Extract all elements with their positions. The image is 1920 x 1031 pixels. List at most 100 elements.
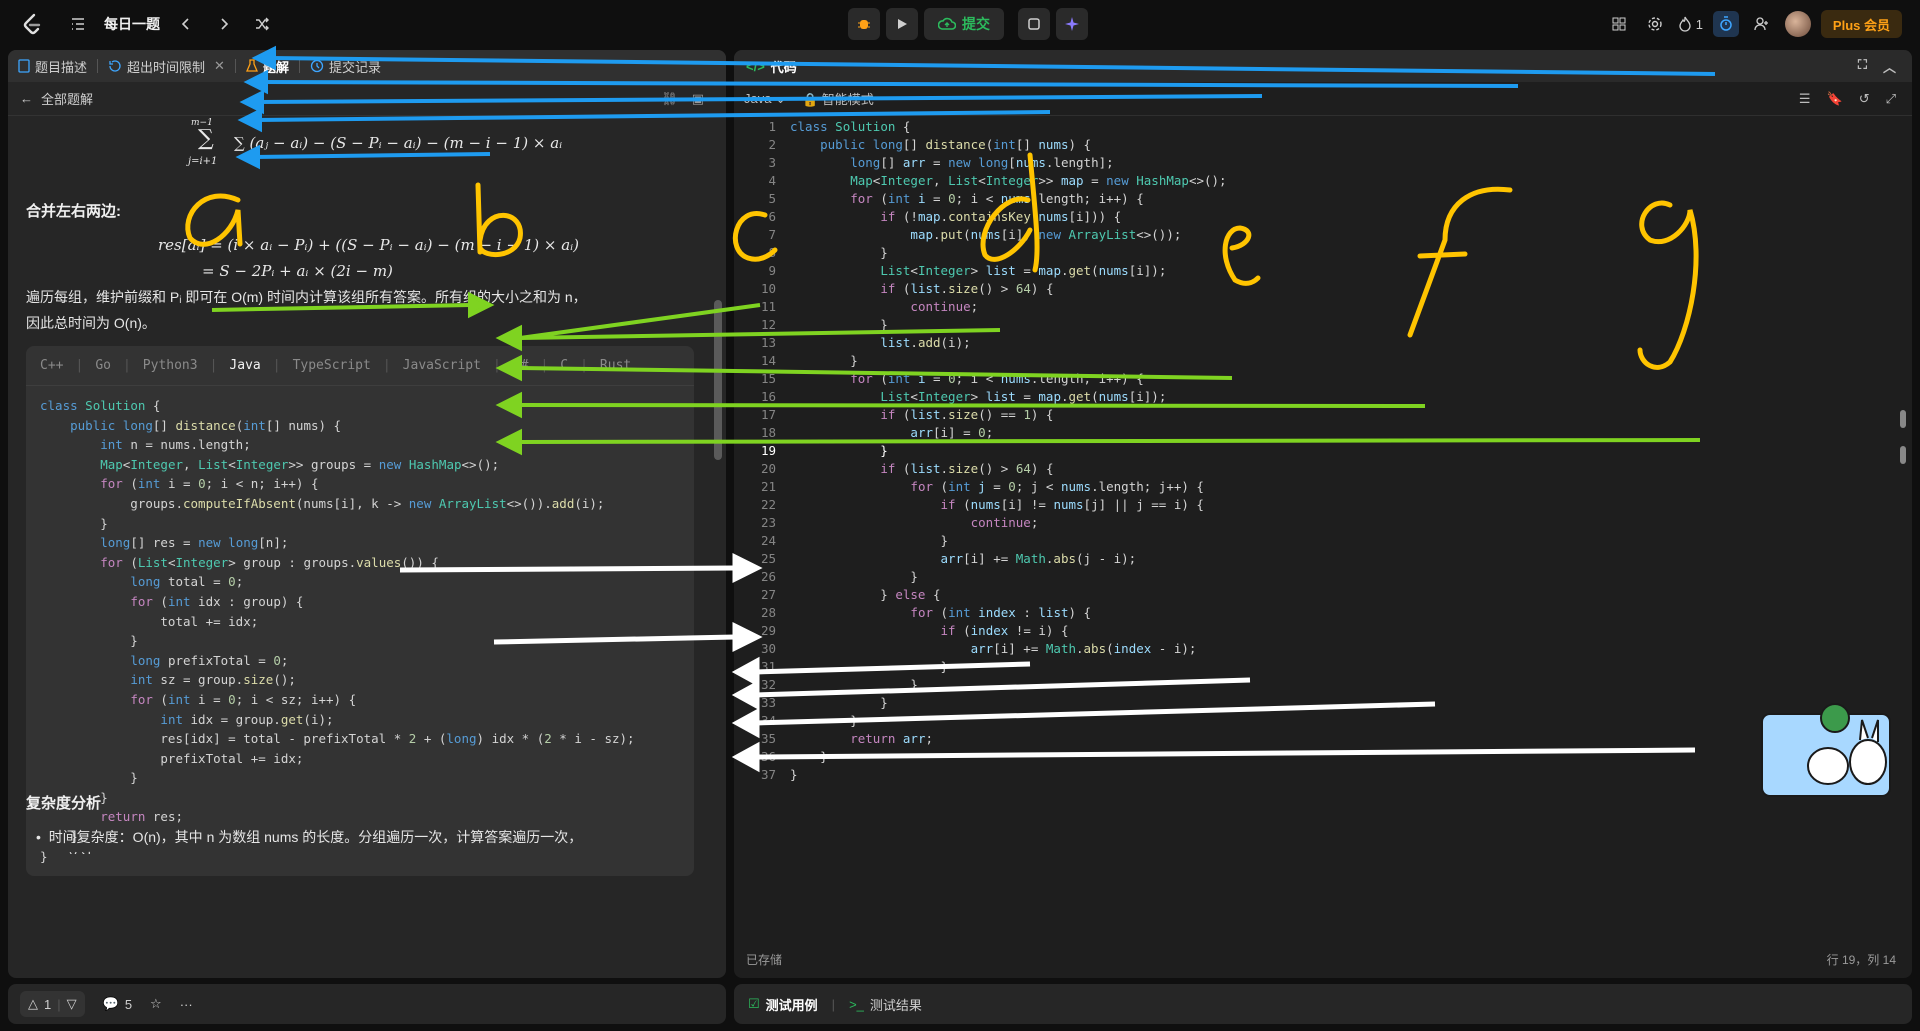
clock-icon [310, 59, 324, 73]
tab-testcases[interactable]: ☑ 测试用例 [748, 995, 818, 1014]
shuffle-icon[interactable] [250, 12, 274, 36]
add-friend-icon[interactable] [1749, 11, 1775, 37]
flask-icon [245, 59, 258, 72]
ai-assist-button[interactable] [1056, 8, 1088, 40]
submit-label: 提交 [962, 16, 990, 32]
cloud-upload-icon [938, 17, 956, 30]
next-problem-icon[interactable] [212, 12, 236, 36]
comment-icon: 💬 [102, 996, 119, 1011]
all-solutions-link[interactable]: 全部题解 [41, 89, 93, 108]
history-icon [109, 60, 121, 72]
left-tabs: 题目描述 超出时间限制 ✕ 题解 提交记录 [8, 50, 726, 82]
favorite-star-icon[interactable]: ☆ [150, 996, 162, 1012]
complexity-item-cut: 总计 O(n)。 [66, 846, 140, 854]
code-lines: class Solution { public long[] distance(… [790, 119, 1227, 782]
editor-scroll-marker[interactable] [1900, 446, 1906, 464]
comment-count: 5 [124, 996, 133, 1012]
upvote-count: 1 [44, 996, 52, 1012]
editor-scroll-marker[interactable] [1900, 410, 1906, 428]
complexity-heading: 复杂度分析 [26, 795, 102, 812]
solution-code-block: class Solution { public long[] distance(… [40, 398, 635, 864]
upvote-icon[interactable]: △ [28, 996, 38, 1012]
tab-divider [298, 59, 300, 73]
lang-tab-c[interactable]: C [560, 358, 568, 373]
solution-subbar: ← 全部题解 ⛓ ▣ [8, 82, 726, 116]
language-select[interactable]: Java ⌄ [744, 91, 786, 107]
streak-count: 1 [1695, 16, 1703, 32]
formula-res-line1: res[aᵢ] = (i × aᵢ − Pᵢ) + ((S − Pᵢ − aᵢ)… [158, 236, 580, 254]
lang-tab-typescript[interactable]: TypeScript [293, 358, 371, 373]
back-arrow-icon[interactable]: ← [20, 91, 33, 106]
sum-symbol: ∑ [198, 126, 214, 151]
solution-content: m−1 ∑ ∑ (aⱼ − aᵢ) − (S − Pᵢ − aᵢ) − (m −… [8, 116, 708, 978]
submit-button[interactable]: 提交 [924, 8, 1004, 40]
close-tab-icon[interactable]: ✕ [214, 58, 225, 74]
timer-icon[interactable] [1712, 11, 1739, 37]
solution-actions-bar: △ 1 | ▽ 💬 5 ☆ ··· [8, 984, 726, 1024]
note-icon [1028, 18, 1040, 30]
leetcode-logo-icon[interactable] [20, 12, 44, 36]
solution-code-card: C++ | Go | Python3 | Java | TypeScript | Java… [26, 346, 694, 876]
lang-tab-rust[interactable]: Rust [600, 358, 631, 373]
sum-lower-limit: j=i+1 [188, 156, 218, 167]
explanation-para-2: 因此总时间为 O(n)。 [26, 315, 156, 331]
solution-panel: 题目描述 超出时间限制 ✕ 题解 提交记录 ← 全部题解 ⛓ ▣ m−1 ∑ ∑… [8, 50, 726, 978]
saved-status: 已存储 [746, 953, 783, 967]
code-bracket-icon: </> [746, 58, 765, 74]
editor-tabs: </> 代码 ⛶ ︿ [734, 50, 1912, 82]
tab-tle[interactable]: 超出时间限制 ✕ [108, 57, 225, 76]
lang-tab-java[interactable]: Java [229, 358, 260, 373]
lang-tab-csharp[interactable]: C# [513, 358, 529, 373]
tab-code[interactable]: 代码 [771, 57, 797, 76]
layout-grid-icon[interactable] [1606, 11, 1632, 37]
comments-button[interactable]: 💬 5 [103, 996, 132, 1012]
code-editor-panel: </> 代码 ⛶ ︿ Java ⌄ 🔒 智能模式 ☰ 🔖 ↺ ⤢ 12345 6… [734, 50, 1912, 978]
run-button[interactable] [886, 8, 918, 40]
reset-icon[interactable]: ↺ [1859, 91, 1870, 107]
solution-scrollbar[interactable] [714, 300, 722, 460]
lang-tab-javascript[interactable]: JavaScript [403, 358, 481, 373]
notes-button[interactable] [1018, 8, 1050, 40]
tab-description[interactable]: 题目描述 [18, 57, 87, 76]
formula-res-line2: = S − 2Pᵢ + aᵢ × (2i − m) [202, 262, 393, 280]
maximize-icon[interactable]: ⛶ [1858, 57, 1867, 76]
language-tabs: C++ | Go | Python3 | Java | TypeScript | Java… [26, 346, 694, 386]
bullet: • [36, 829, 41, 845]
vote-group: △ 1 | ▽ [20, 991, 85, 1017]
share-link-icon[interactable]: ⛓ [661, 91, 678, 107]
format-icon[interactable]: ☰ [1799, 91, 1811, 107]
formula-top: ∑ (aⱼ − aᵢ) − (S − Pᵢ − aᵢ) − (m − i − 1… [234, 134, 563, 152]
bug-icon [858, 20, 870, 29]
settings-gear-icon[interactable] [1642, 11, 1668, 37]
mascot-sticker-image [1761, 703, 1891, 797]
downvote-icon[interactable]: ▽ [67, 996, 77, 1012]
layout-icon[interactable]: ▣ [692, 91, 704, 107]
prev-problem-icon[interactable] [174, 12, 198, 36]
merge-heading: 合并左右两边: [26, 203, 121, 220]
user-avatar[interactable] [1784, 11, 1811, 37]
fire-icon [1679, 16, 1691, 32]
checkbox-icon: ☑ [748, 996, 760, 1011]
cursor-position: 行 19，列 14 [1826, 953, 1896, 967]
streak-button[interactable]: 1 [1678, 11, 1703, 37]
tab-solutions[interactable]: 题解 [245, 57, 289, 76]
lang-tab-python3[interactable]: Python3 [143, 358, 198, 373]
complexity-text: 时间复杂度：O(n)，其中 n 为数组 nums 的长度。分组遍历一次，计算答案… [48, 829, 583, 845]
plus-membership-button[interactable]: Plus 会员 [1820, 10, 1902, 38]
tab-submissions[interactable]: 提交记录 [310, 57, 381, 76]
smart-mode-toggle[interactable]: 🔒 智能模式 [802, 89, 874, 108]
lang-tab-go[interactable]: Go [95, 358, 111, 373]
tab-test-results[interactable]: >_ 测试结果 [849, 995, 922, 1014]
problem-list-icon[interactable] [66, 12, 90, 36]
daily-question-title[interactable]: 每日一题 [104, 14, 160, 34]
code-editor[interactable]: 12345 6 7 8 9 10 11 12 13 14 15 16 17 18 19 20 21 22 2… [734, 118, 1912, 938]
lang-tab-cpp[interactable]: C++ [40, 358, 63, 373]
debug-button[interactable] [848, 8, 880, 40]
tab-divider [234, 59, 236, 73]
fullscreen-icon[interactable]: ⤢ [1886, 91, 1896, 107]
more-options-icon[interactable]: ··· [180, 997, 193, 1012]
sparkle-icon [1065, 17, 1079, 31]
bookmark-icon[interactable]: 🔖 [1827, 91, 1843, 107]
collapse-icon[interactable]: ︿ [1883, 57, 1896, 76]
editor-toolbar: Java ⌄ 🔒 智能模式 ☰ 🔖 ↺ ⤢ [734, 82, 1912, 116]
